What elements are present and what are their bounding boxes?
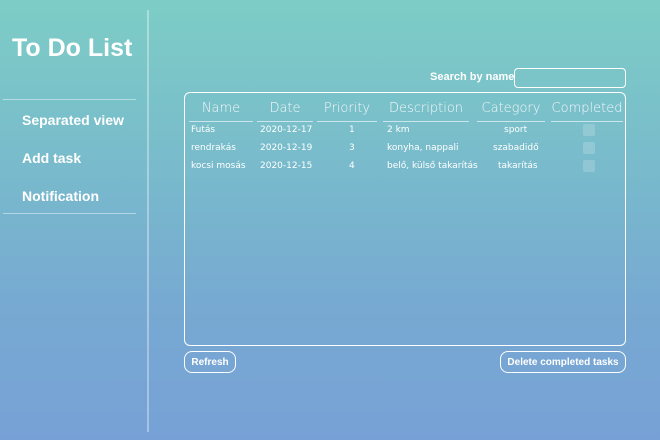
sidebar-divider-top [3, 99, 136, 100]
cell-name: kocsi mosás [191, 161, 246, 171]
cell-name: Futás [191, 125, 216, 135]
cell-description: konyha, nappali [387, 143, 459, 153]
cell-priority: 1 [349, 125, 355, 135]
cell-date: 2020-12-19 [260, 143, 313, 153]
sidebar-divider-bottom [3, 213, 136, 214]
cell-description: 2 km [387, 125, 410, 135]
sidebar-item-add-task[interactable]: Add task [22, 150, 81, 166]
cell-priority: 4 [349, 161, 355, 171]
completed-checkbox[interactable] [583, 124, 595, 136]
search-label: Search by name [430, 71, 515, 83]
refresh-button[interactable]: Refresh [184, 351, 236, 373]
delete-completed-button[interactable]: Delete completed tasks [500, 351, 626, 373]
cell-category: takarítás [498, 161, 538, 171]
column-header-priority[interactable]: Priority [317, 100, 377, 122]
table-row[interactable]: kocsi mosás 2020-12-15 4 belő, külső tak… [185, 157, 625, 175]
sidebar: To Do List Separated view Add task Notif… [0, 0, 148, 440]
sidebar-item-separated-view[interactable]: Separated view [22, 112, 124, 128]
column-header-category[interactable]: Category [477, 100, 545, 122]
cell-priority: 3 [349, 143, 355, 153]
sidebar-item-notification[interactable]: Notification [22, 188, 99, 204]
column-header-date[interactable]: Date [257, 100, 313, 122]
vertical-divider [147, 10, 149, 432]
cell-date: 2020-12-17 [260, 125, 313, 135]
column-header-name[interactable]: Name [189, 100, 253, 122]
completed-checkbox[interactable] [583, 160, 595, 172]
cell-category: sport [504, 125, 528, 135]
column-header-description[interactable]: Description [383, 100, 469, 122]
task-table: Name Date Priority Description Category … [184, 92, 626, 346]
column-header-completed[interactable]: Completed [551, 100, 623, 122]
cell-category: szabadidő [493, 143, 539, 153]
table-row[interactable]: rendrakás 2020-12-19 3 konyha, nappali s… [185, 139, 625, 157]
cell-date: 2020-12-15 [260, 161, 313, 171]
cell-name: rendrakás [191, 143, 236, 153]
cell-description: belő, külső takarítás [387, 161, 478, 171]
search-input[interactable] [514, 68, 626, 88]
table-row[interactable]: Futás 2020-12-17 1 2 km sport [185, 121, 625, 139]
app-title: To Do List [12, 34, 133, 62]
completed-checkbox[interactable] [583, 142, 595, 154]
